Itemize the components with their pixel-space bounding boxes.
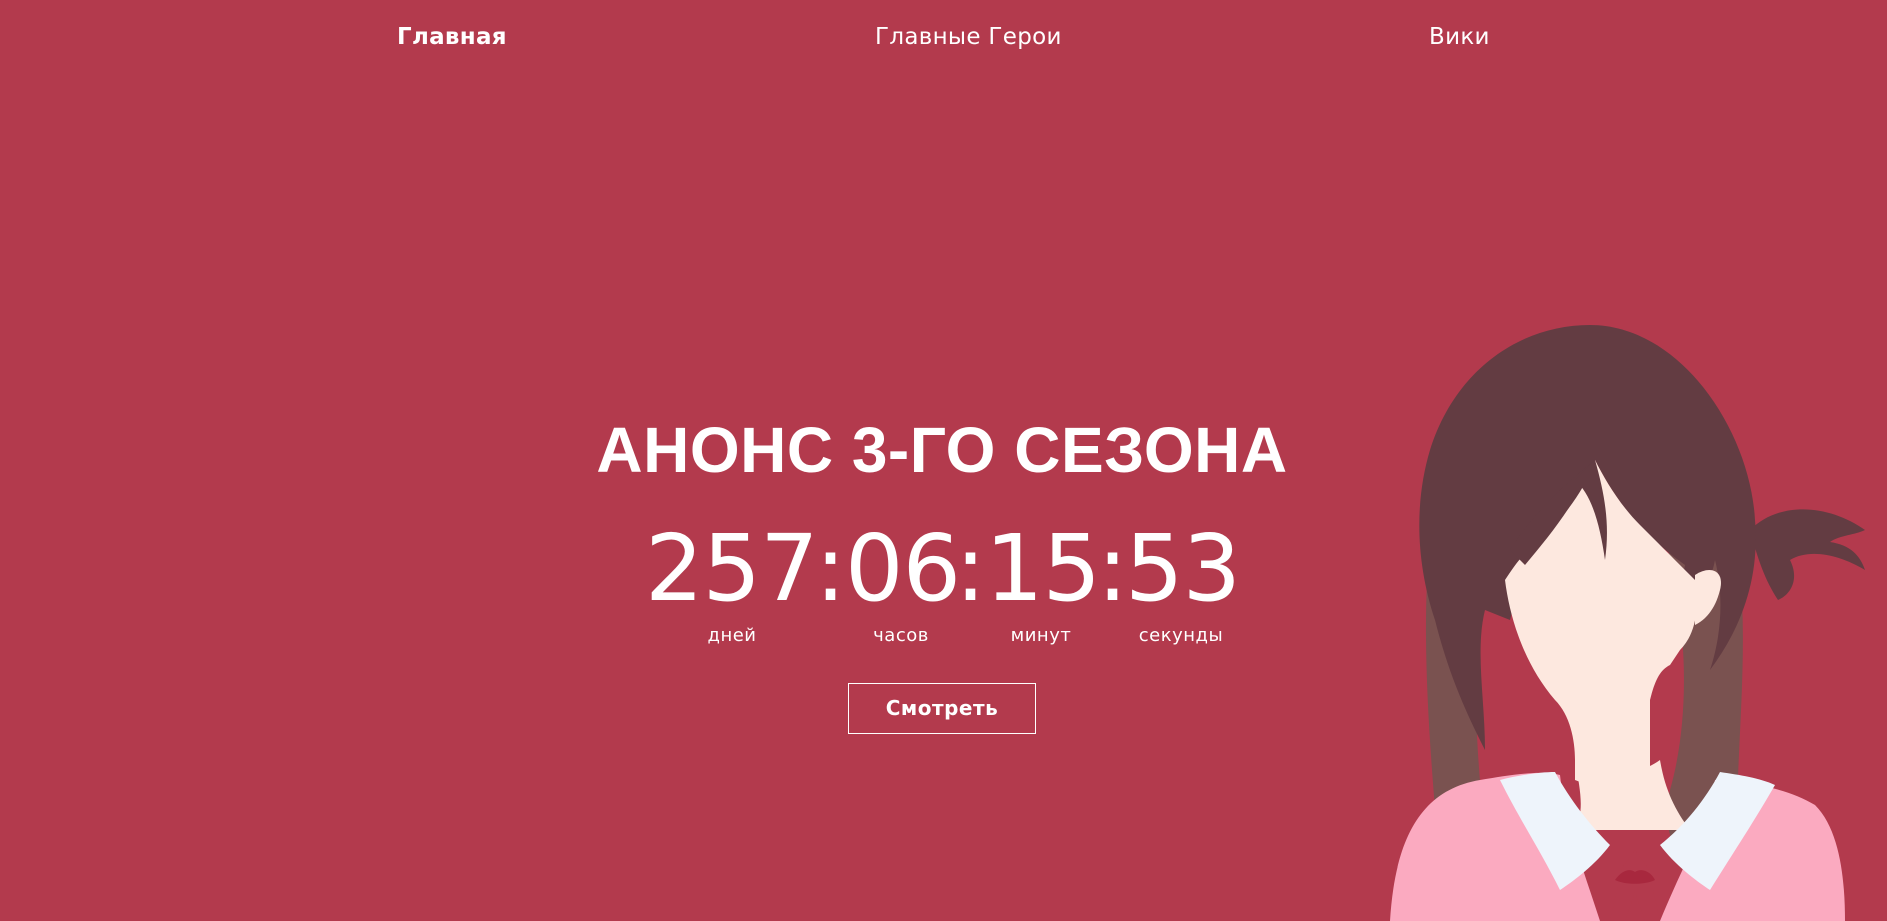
ponytail	[1750, 509, 1865, 600]
countdown-label-minutes: минут	[1010, 625, 1072, 646]
watch-button[interactable]: Смотреть	[848, 683, 1036, 734]
countdown-seconds: 53	[1125, 515, 1241, 622]
anime-girl-illustration	[1390, 325, 1865, 921]
hero-title: АНОНС 3-ГО СЕЗОНА	[596, 414, 1288, 486]
countdown-label-hours: часов	[873, 625, 929, 646]
countdown-days: 257	[645, 515, 819, 622]
countdown-label-days: дней	[707, 625, 757, 646]
countdown-label-seconds: секунды	[1138, 625, 1224, 646]
nav-link-main-heroes[interactable]: Главные Герои	[875, 22, 1062, 52]
countdown-separator: :	[815, 515, 846, 622]
countdown-separator: :	[1097, 515, 1128, 622]
countdown-minutes: 15	[985, 515, 1101, 622]
nav-link-wiki[interactable]: Вики	[1429, 22, 1490, 52]
nav-link-home[interactable]: Главная	[397, 22, 507, 52]
countdown-timer: 257 : 06 : 15 : 53	[645, 516, 1245, 621]
ribbon	[1610, 850, 1660, 921]
countdown-hours: 06	[845, 515, 961, 622]
main-navigation: Главная Главные Герои Вики	[0, 0, 1887, 76]
ribbon-bow	[1615, 870, 1655, 884]
countdown-separator: :	[955, 515, 986, 622]
